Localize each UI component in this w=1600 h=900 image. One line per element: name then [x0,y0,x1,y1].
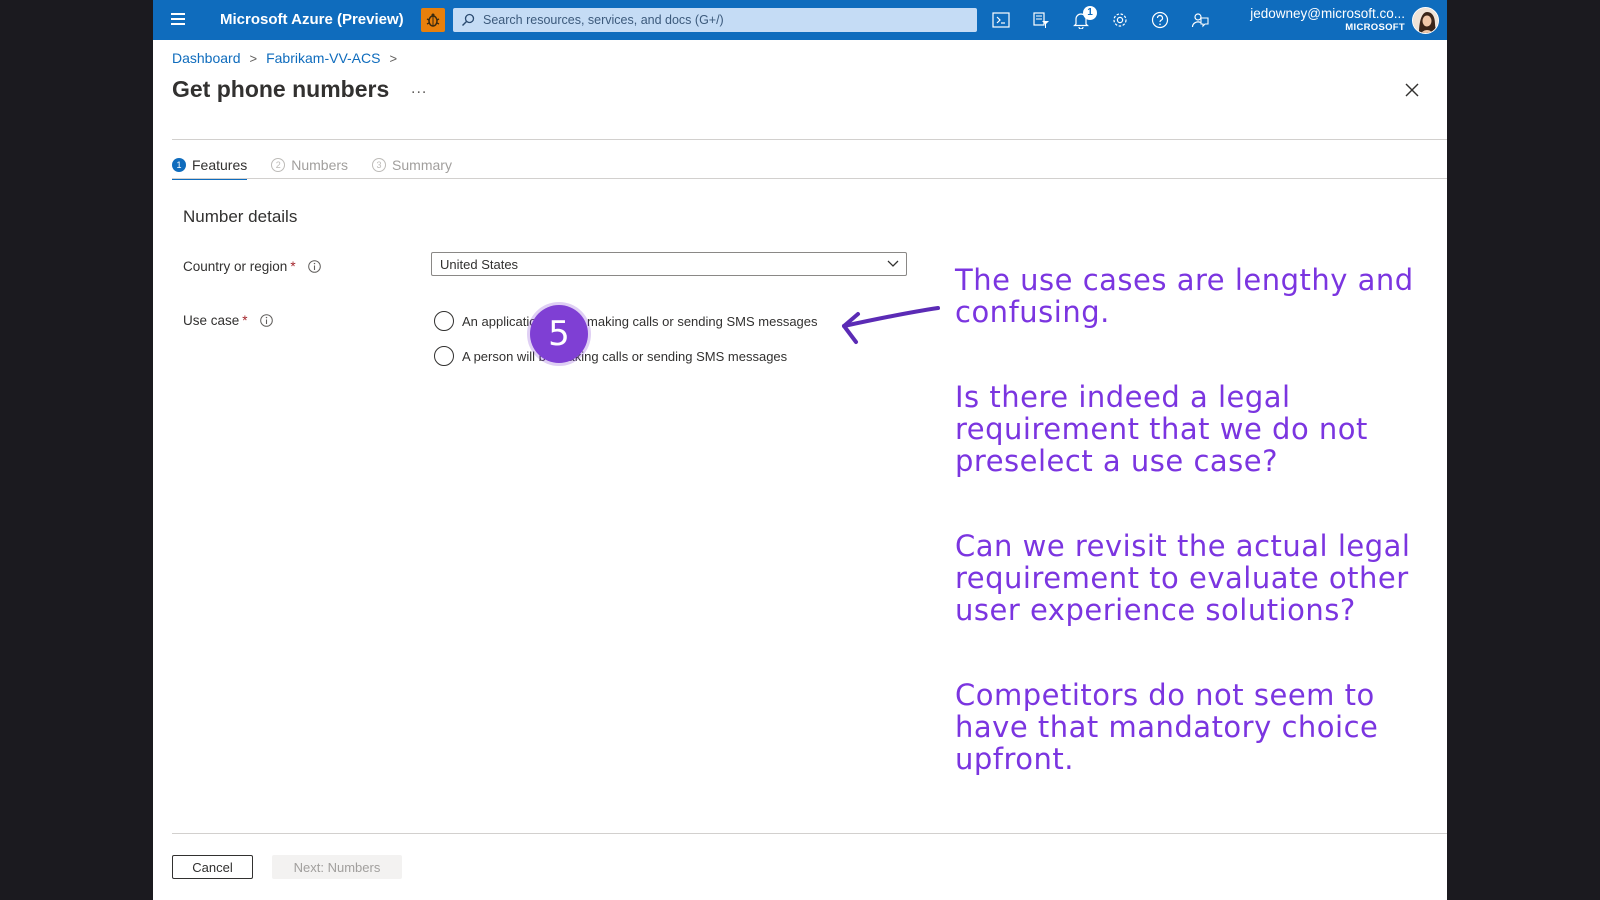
help-icon[interactable] [1150,10,1170,30]
tab-label: Summary [392,156,452,173]
search-box[interactable] [453,8,977,32]
chevron-down-icon [887,259,899,269]
more-options-icon[interactable]: ... [411,80,427,98]
required-asterisk: * [290,259,296,274]
tab-label: Numbers [291,156,349,173]
annotation-arrow-icon [842,306,940,344]
brand-title[interactable]: Microsoft Azure (Preview) [220,11,404,28]
annotation-note: Can we revisit the actual legal requirem… [955,529,1411,627]
chevron-right-icon: > [249,50,258,66]
tab-summary[interactable]: 3 Summary [372,150,452,179]
cancel-button[interactable]: Cancel [172,855,253,879]
bell-icon[interactable]: 1 [1071,6,1097,30]
account-org: MICROSOFT [1345,22,1405,33]
gear-icon[interactable] [1110,10,1130,30]
directory-filter-icon[interactable] [1031,10,1051,30]
annotation-note: Competitors do not seem to have that man… [955,678,1379,776]
step-number: 1 [172,157,186,172]
step-number: 3 [372,157,387,172]
bug-icon[interactable] [421,8,445,32]
use-case-option-application[interactable]: An application will be making calls or s… [434,311,818,331]
section-title: Number details [183,207,298,226]
use-case-label: Use case * [183,313,273,328]
country-select-value: United States [440,256,519,272]
breadcrumb-dashboard[interactable]: Dashboard [172,50,241,66]
use-case-option-person[interactable]: A person will be making calls or sending… [434,346,787,366]
annotation-step-badge: 5 [530,305,588,363]
search-icon [461,13,475,27]
portal-frame: Microsoft Azure (Preview) 1 [153,0,1447,900]
menu-icon[interactable] [167,10,189,30]
divider [172,178,1447,179]
country-label: Country or region * [183,259,321,274]
notification-badge: 1 [1083,6,1097,20]
tab-numbers[interactable]: 2 Numbers [271,150,348,179]
breadcrumb: Dashboard > Fabrikam-VV-ACS > [172,50,406,66]
info-icon[interactable] [259,314,273,327]
wizard-tabs: 1 Features 2 Numbers 3 Summary [172,150,476,180]
annotation-notes: The use cases are lengthy and confusing.… [955,264,1425,828]
country-label-text: Country or region [183,259,288,274]
next-numbers-button[interactable]: Next: Numbers [272,855,402,879]
account-menu[interactable]: jedowney@microsoft.co... MICROSOFT [1205,6,1405,33]
radio-label: An application will be making calls or s… [462,313,818,329]
account-email: jedowney@microsoft.co... [1250,6,1405,21]
page-title: Get phone numbers [172,76,390,102]
divider [172,833,1447,834]
annotation-note: The use cases are lengthy and confusing. [955,263,1414,329]
info-icon[interactable] [307,260,321,273]
top-bar: Microsoft Azure (Preview) 1 [153,0,1447,40]
divider [172,139,1447,140]
country-select[interactable]: United States [431,252,907,276]
breadcrumb-resource[interactable]: Fabrikam-VV-ACS [266,50,380,66]
use-case-label-text: Use case [183,313,240,328]
annotation-note: Is there indeed a legal requirement that… [955,380,1368,478]
step-number: 2 [271,157,286,172]
radio-button[interactable] [434,311,454,331]
radio-button[interactable] [434,346,454,366]
radio-label: A person will be making calls or sending… [462,348,788,364]
tab-label: Features [192,156,248,173]
avatar[interactable] [1412,7,1439,34]
search-input[interactable] [483,13,963,27]
chevron-right-icon: > [389,50,398,66]
cloud-shell-icon[interactable] [991,10,1011,30]
required-asterisk: * [242,313,248,328]
close-icon[interactable] [1403,81,1421,99]
tab-features[interactable]: 1 Features [172,150,248,180]
